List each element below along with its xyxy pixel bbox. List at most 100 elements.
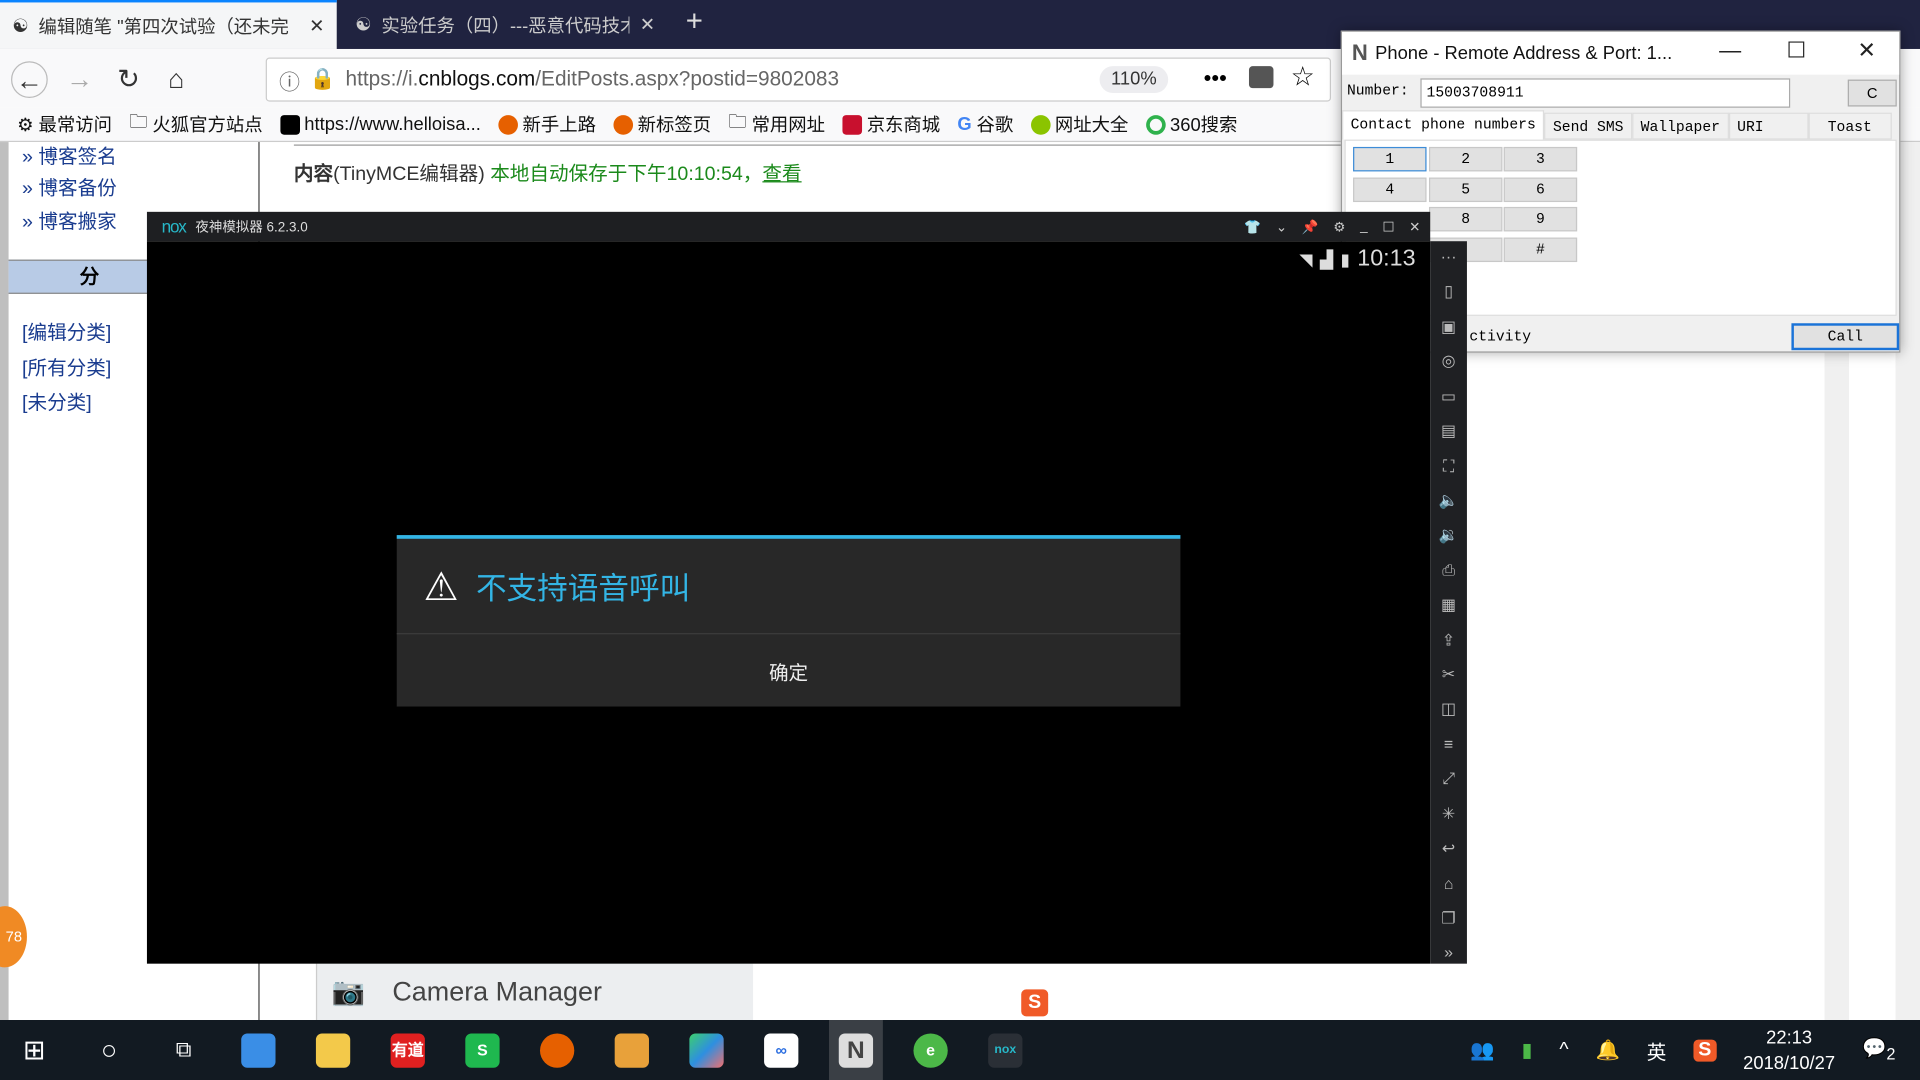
more-icon[interactable]: ••• bbox=[1204, 66, 1227, 92]
loading-icon[interactable]: ✳ bbox=[1442, 803, 1455, 824]
action-center-icon[interactable]: 💬2 bbox=[1862, 1036, 1895, 1064]
more-icon[interactable]: ··· bbox=[1441, 246, 1457, 267]
home-icon[interactable]: ⌂ bbox=[1444, 873, 1454, 894]
volume-up-icon[interactable]: 🔈 bbox=[1439, 490, 1459, 511]
search-button[interactable]: ○ bbox=[82, 1020, 136, 1080]
tab-toast[interactable]: Toast bbox=[1808, 112, 1892, 140]
key-5[interactable]: 5 bbox=[1428, 177, 1503, 203]
shake-icon[interactable]: ▯ bbox=[1444, 281, 1453, 302]
tab-edit-post[interactable]: ☯ 编辑随笔 "第四次试验（还未完 ✕ bbox=[0, 0, 337, 49]
usb-icon[interactable]: ▮ bbox=[1522, 1038, 1533, 1062]
key-6[interactable]: 6 bbox=[1503, 177, 1578, 203]
clear-button[interactable]: C bbox=[1847, 79, 1897, 107]
number-input[interactable]: 15003708911 bbox=[1420, 78, 1791, 108]
taskbar-app[interactable] bbox=[605, 1020, 659, 1080]
robot-icon[interactable]: ▣ bbox=[1441, 316, 1456, 337]
ok-button[interactable]: 确定 bbox=[397, 634, 1181, 706]
maximize-icon[interactable]: ☐ bbox=[1787, 38, 1807, 64]
resize-icon[interactable]: ⤢ bbox=[1442, 768, 1455, 789]
home-button[interactable]: ⌂ bbox=[158, 61, 195, 98]
keyboard-icon[interactable]: ▭ bbox=[1441, 385, 1456, 406]
call-button[interactable]: Call bbox=[1791, 323, 1900, 351]
task-view-button[interactable]: ⧉ bbox=[157, 1020, 211, 1080]
forward-button[interactable]: → bbox=[61, 61, 98, 98]
back-icon[interactable]: ↩ bbox=[1442, 838, 1455, 859]
sidebar-link[interactable]: » 博客备份 bbox=[22, 171, 117, 200]
record-icon[interactable]: ▦ bbox=[1441, 594, 1456, 615]
settings-icon[interactable]: ⚙ bbox=[1333, 219, 1345, 235]
clock[interactable]: 22:13 2018/10/27 bbox=[1743, 1024, 1835, 1075]
bookmark-item[interactable]: 网址大全 bbox=[1030, 111, 1128, 137]
close-icon[interactable]: ✕ bbox=[1858, 38, 1876, 64]
chevron-up-icon[interactable]: ^ bbox=[1559, 1039, 1568, 1061]
import-icon[interactable]: ⇪ bbox=[1442, 629, 1455, 650]
bookmark-item[interactable]: 🗀 常用网址 bbox=[728, 109, 825, 140]
category-link[interactable]: [编辑分类] bbox=[22, 316, 111, 345]
bookmark-item[interactable]: 360搜索 bbox=[1145, 111, 1237, 137]
pocket-icon[interactable] bbox=[1248, 66, 1274, 89]
url-bar[interactable]: ⓘ 🔒 https://i.cnblogs.com/EditPosts.aspx… bbox=[265, 57, 1332, 102]
taskbar-app[interactable]: ∞ bbox=[754, 1020, 808, 1080]
taskbar-app[interactable]: nox bbox=[978, 1020, 1032, 1080]
new-tab-button[interactable]: + bbox=[686, 5, 703, 39]
taskbar-app[interactable]: 有道 bbox=[381, 1020, 435, 1080]
people-icon[interactable]: 👥 bbox=[1470, 1038, 1494, 1062]
pin-icon[interactable]: 📌 bbox=[1302, 219, 1319, 235]
taskbar-app[interactable] bbox=[306, 1020, 360, 1080]
camera-manager[interactable]: 📷 Camera Manager bbox=[315, 963, 754, 1021]
sidebar-link[interactable]: » 博客签名 bbox=[22, 140, 117, 169]
taskbar-app[interactable]: e bbox=[904, 1020, 958, 1080]
tab-uri[interactable]: URI bbox=[1728, 112, 1809, 140]
volume-down-icon[interactable]: 🔉 bbox=[1439, 525, 1459, 546]
skin-icon[interactable]: 👕 bbox=[1244, 219, 1261, 235]
bell-icon[interactable]: 🔔 bbox=[1595, 1038, 1619, 1062]
view-autosave-link[interactable]: 查看 bbox=[762, 164, 801, 185]
key-9[interactable]: 9 bbox=[1503, 206, 1578, 232]
tab-contact-phone-numbers[interactable]: Contact phone numbers bbox=[1342, 110, 1545, 140]
fullscreen-icon[interactable]: ⛶ bbox=[1443, 455, 1454, 476]
bookmark-item[interactable]: 新标签页 bbox=[613, 111, 711, 137]
category-link[interactable]: [所有分类] bbox=[22, 351, 111, 380]
close-icon[interactable]: ✕ bbox=[1409, 219, 1420, 235]
bookmark-item[interactable]: G 谷歌 bbox=[957, 111, 1013, 137]
recent-apps-icon[interactable]: ❐ bbox=[1441, 907, 1455, 928]
key-2[interactable]: 2 bbox=[1428, 146, 1503, 172]
multi-instance-icon[interactable]: ◫ bbox=[1441, 699, 1456, 720]
scissors-icon[interactable]: ✂ bbox=[1442, 664, 1455, 685]
sidebar-link[interactable]: » 博客搬家 bbox=[22, 204, 117, 233]
location-icon[interactable]: ◎ bbox=[1442, 351, 1456, 372]
taskbar-app[interactable] bbox=[231, 1020, 285, 1080]
ime-indicator[interactable]: 英 bbox=[1647, 1035, 1667, 1064]
taskbar-app[interactable]: S bbox=[456, 1020, 510, 1080]
start-button[interactable]: ⊞ bbox=[7, 1020, 61, 1080]
bookmark-item[interactable]: ⚙ 最常访问 bbox=[17, 111, 112, 137]
menu-icon[interactable]: ≡ bbox=[1444, 733, 1453, 754]
expand-icon[interactable]: » bbox=[1444, 942, 1453, 963]
bookmark-item[interactable]: https://www.helloisa... bbox=[279, 114, 481, 135]
category-link[interactable]: [未分类] bbox=[22, 386, 92, 415]
taskbar-app[interactable] bbox=[530, 1020, 584, 1080]
key-3[interactable]: 3 bbox=[1503, 146, 1578, 172]
close-tab-icon[interactable]: ✕ bbox=[640, 13, 655, 36]
maximize-icon[interactable]: ☐ bbox=[1382, 219, 1394, 235]
key-4[interactable]: 4 bbox=[1353, 177, 1427, 203]
bookmark-item[interactable]: 🗀 火狐官方站点 bbox=[129, 109, 263, 140]
taskbar-app[interactable]: N bbox=[828, 1020, 883, 1080]
tab-wallpaper[interactable]: Wallpaper bbox=[1632, 112, 1729, 140]
info-icon[interactable]: ⓘ bbox=[279, 64, 300, 95]
key-1[interactable]: 1 bbox=[1353, 146, 1427, 172]
zoom-level[interactable]: 110% bbox=[1099, 66, 1169, 94]
star-icon[interactable]: ☆ bbox=[1291, 61, 1315, 93]
chevron-down-icon[interactable]: ⌄ bbox=[1276, 219, 1287, 235]
close-tab-icon[interactable]: ✕ bbox=[309, 15, 324, 37]
bookmark-item[interactable]: 新手上路 bbox=[498, 111, 596, 137]
reload-button[interactable]: ↻ bbox=[110, 61, 147, 98]
minimize-icon[interactable]: — bbox=[1719, 38, 1741, 64]
sogou-icon[interactable]: S bbox=[1693, 1038, 1717, 1062]
apk-icon[interactable]: ▤ bbox=[1441, 420, 1456, 441]
back-button[interactable]: ← bbox=[11, 61, 48, 98]
sogou-icon[interactable]: S bbox=[1021, 989, 1049, 1017]
tab-send-sms[interactable]: Send SMS bbox=[1544, 112, 1633, 140]
key-hash[interactable]: # bbox=[1503, 237, 1578, 263]
bookmark-item[interactable]: 京东商城 bbox=[842, 111, 940, 137]
